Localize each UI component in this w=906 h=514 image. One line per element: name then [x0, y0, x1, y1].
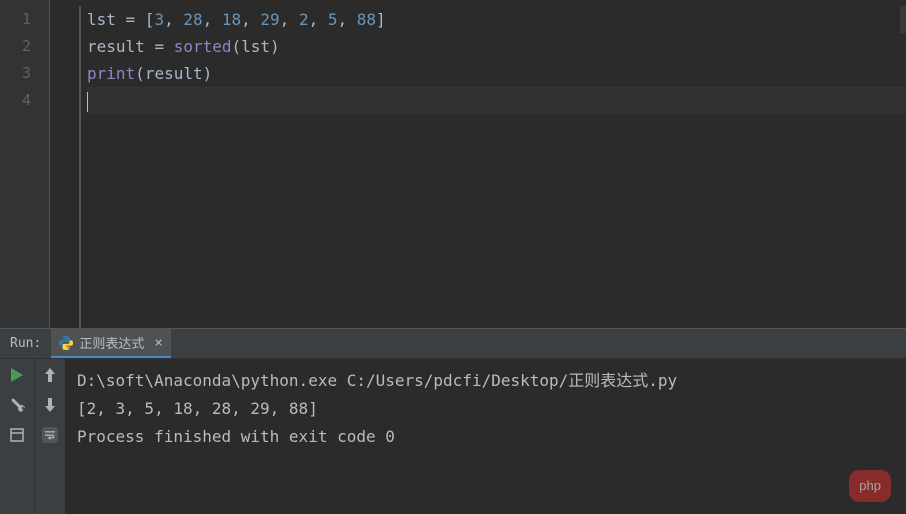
run-button[interactable]	[9, 367, 25, 383]
console-output[interactable]: D:\soft\Anaconda\python.exe C:/Users/pdc…	[65, 359, 906, 514]
gutter: 1 2 3 4	[0, 0, 50, 328]
console-line: D:\soft\Anaconda\python.exe C:/Users/pdc…	[77, 367, 894, 395]
python-icon	[59, 336, 73, 350]
wrench-icon	[10, 398, 25, 413]
layout-icon	[10, 428, 24, 442]
line-number[interactable]: 1	[0, 6, 49, 33]
settings-button[interactable]	[9, 397, 25, 413]
line-number[interactable]: 4	[0, 87, 49, 114]
arrow-up-icon	[44, 368, 56, 382]
tab-label: 正则表达式	[79, 333, 144, 352]
play-icon	[11, 368, 23, 382]
scroll-down-button[interactable]	[42, 397, 58, 413]
editor-area: 1 2 3 4 lst = [3, 28, 18, 29, 2, 5, 88] …	[0, 0, 906, 328]
close-icon[interactable]: ×	[154, 335, 162, 351]
console-line: [2, 3, 5, 18, 28, 29, 88]	[77, 395, 894, 423]
run-tab[interactable]: 正则表达式 ×	[51, 329, 170, 358]
run-header: Run: 正则表达式 ×	[0, 329, 906, 359]
line-number[interactable]: 2	[0, 33, 49, 60]
layout-button[interactable]	[9, 427, 25, 443]
watermark: php	[849, 470, 891, 502]
wrap-icon	[45, 429, 55, 442]
code-editor[interactable]: lst = [3, 28, 18, 29, 2, 5, 88] result =…	[50, 0, 906, 328]
soft-wrap-button[interactable]	[42, 427, 58, 443]
code-line-1[interactable]: lst = [3, 28, 18, 29, 2, 5, 88]	[87, 6, 906, 33]
run-label: Run:	[10, 336, 41, 351]
cursor	[87, 92, 88, 112]
console-line: Process finished with exit code 0	[77, 423, 894, 451]
arrow-down-icon	[44, 398, 56, 412]
fold-gutter	[50, 6, 81, 328]
run-body: D:\soft\Anaconda\python.exe C:/Users/pdc…	[0, 359, 906, 514]
run-toolbar-left	[0, 359, 35, 514]
scroll-up-button[interactable]	[42, 367, 58, 383]
code-line-4[interactable]	[87, 87, 906, 114]
line-number[interactable]: 3	[0, 60, 49, 87]
code-line-3[interactable]: print(result)	[87, 60, 906, 87]
run-panel: Run: 正则表达式 ×	[0, 328, 906, 514]
code-line-2[interactable]: result = sorted(lst)	[87, 33, 906, 60]
run-toolbar-inner	[35, 359, 65, 514]
